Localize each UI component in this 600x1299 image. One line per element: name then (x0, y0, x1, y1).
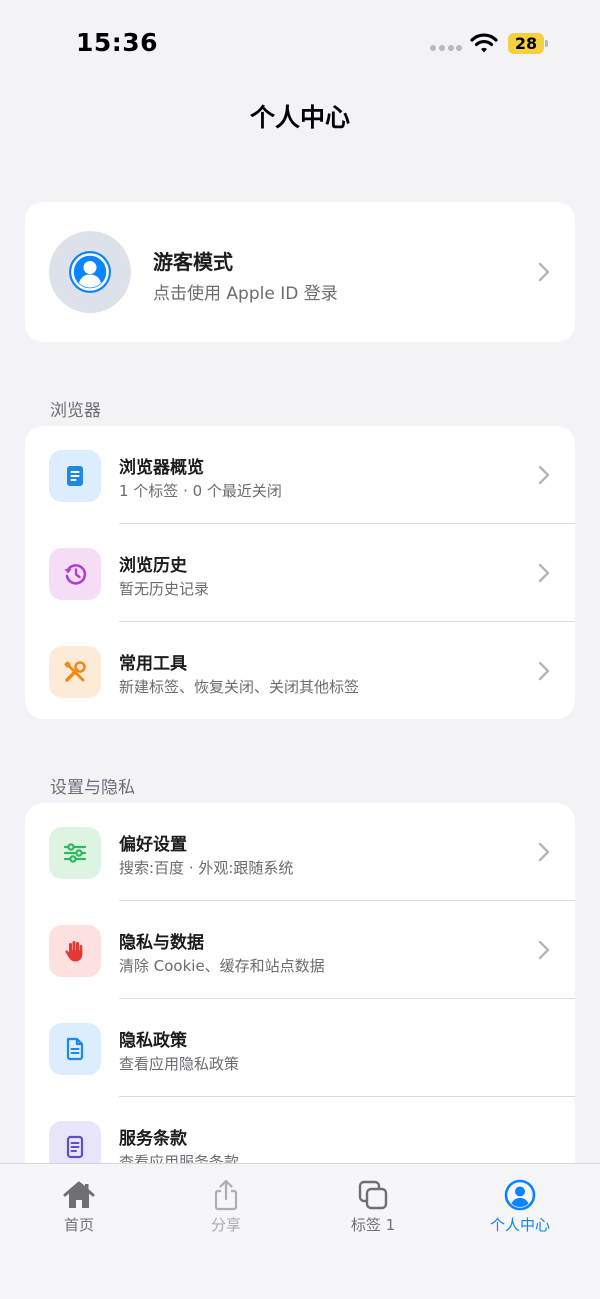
browse-history-icon-tile (49, 548, 101, 600)
privacy-policy-icon-tile (49, 1023, 101, 1075)
page-title: 个人中心 (249, 103, 350, 132)
row-subtitle: 新建标签、恢复关闭、关闭其他标签 (119, 678, 360, 696)
chevron-right-icon (538, 262, 550, 282)
row-title: 偏好设置 (119, 835, 187, 855)
section-label-settings: 设置与隐私 (50, 778, 135, 798)
privacy-data-icon-tile (49, 925, 101, 977)
cellular-signal-icon (430, 45, 462, 51)
chevron-right-icon (538, 940, 550, 960)
chevron-right-icon (538, 842, 550, 862)
tab-tabs[interactable]: 标签 1 (298, 1164, 448, 1244)
wifi-icon (470, 33, 498, 53)
hand-stop-icon (65, 941, 83, 962)
preferences-row[interactable]: 偏好设置 搜索:百度 · 外观:跟随系统 (25, 803, 575, 901)
chevron-right-icon (538, 563, 550, 583)
profile-name: 游客模式 (153, 250, 233, 274)
preferences-icon-tile (49, 827, 101, 879)
profile-avatar-icon (69, 251, 111, 293)
chevron-right-icon (538, 465, 550, 485)
row-subtitle: 清除 Cookie、缓存和站点数据 (119, 957, 325, 975)
sliders-icon (63, 843, 87, 863)
tab-label: 首页 (63, 1216, 94, 1234)
profile-login-hint: 点击使用 Apple ID 登录 (153, 284, 338, 304)
row-subtitle: 搜索:百度 · 外观:跟随系统 (119, 859, 294, 877)
browser-overview-row[interactable]: 浏览器概览 1 个标签 · 0 个最近关闭 (25, 426, 575, 524)
row-title: 隐私政策 (119, 1031, 187, 1051)
settings-section-card: 偏好设置 搜索:百度 · 外观:跟随系统 隐私与数据 清除 Cookie、缓存和… (25, 803, 575, 1223)
tools-icon (64, 661, 86, 682)
terms-document-icon (66, 1135, 84, 1159)
section-label-browser: 浏览器 (50, 401, 101, 421)
battery-cap (545, 40, 548, 47)
privacy-data-row[interactable]: 隐私与数据 清除 Cookie、缓存和站点数据 (25, 901, 575, 999)
browser-section-card: 浏览器概览 1 个标签 · 0 个最近关闭 浏览历史 暂无历史记录 常用工具 新… (25, 426, 575, 719)
policy-document-icon (66, 1037, 84, 1061)
tab-profile[interactable]: 个人中心 (445, 1164, 595, 1244)
profile-screen: 15:36 28 个人中心 游客模式 点击使用 Apple ID 登录 浏览器 … (0, 0, 600, 1299)
history-clock-icon (64, 564, 87, 585)
share-icon (214, 1179, 238, 1211)
document-icon (67, 466, 83, 486)
row-title: 常用工具 (119, 654, 187, 674)
browse-history-row[interactable]: 浏览历史 暂无历史记录 (25, 524, 575, 622)
avatar (49, 231, 131, 313)
battery-level: 28 (514, 34, 538, 53)
browser-overview-icon-tile (49, 450, 101, 502)
tab-label: 个人中心 (489, 1216, 550, 1234)
common-tools-icon-tile (49, 646, 101, 698)
battery-indicator: 28 (508, 33, 548, 54)
row-subtitle: 暂无历史记录 (119, 580, 210, 598)
row-title: 浏览历史 (119, 556, 187, 576)
row-title: 服务条款 (119, 1129, 187, 1149)
tab-label: 标签 1 (350, 1216, 396, 1234)
chevron-right-icon (538, 661, 550, 681)
tab-share[interactable]: 分享 (151, 1164, 301, 1244)
status-time: 15:36 (76, 28, 159, 57)
tab-home[interactable]: 首页 (4, 1164, 154, 1244)
profile-icon (504, 1179, 536, 1211)
row-title: 隐私与数据 (119, 933, 204, 953)
tabs-icon (358, 1180, 388, 1210)
tab-label: 分享 (210, 1216, 241, 1234)
tab-bar: 首页 分享 标签 1 个人中心 (0, 1163, 600, 1299)
profile-card[interactable]: 游客模式 点击使用 Apple ID 登录 (25, 202, 575, 342)
home-icon (63, 1181, 95, 1208)
privacy-policy-row[interactable]: 隐私政策 查看应用隐私政策 (25, 999, 575, 1097)
status-bar: 15:36 28 (0, 0, 600, 80)
row-subtitle: 1 个标签 · 0 个最近关闭 (119, 482, 282, 500)
row-subtitle: 查看应用隐私政策 (119, 1055, 240, 1073)
row-title: 浏览器概览 (119, 458, 204, 478)
common-tools-row[interactable]: 常用工具 新建标签、恢复关闭、关闭其他标签 (25, 622, 575, 719)
